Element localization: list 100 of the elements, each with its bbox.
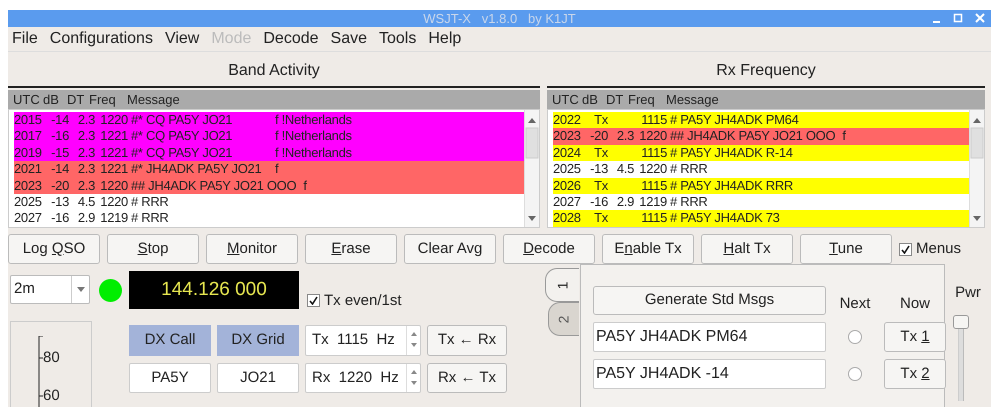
message-row[interactable]: 2023 -20 2.3 1220 ## JH4ADK PA5Y JO21 OOO f bbox=[553, 128, 969, 145]
action-button[interactable]: Clear Avg bbox=[404, 234, 496, 264]
band-dropdown[interactable]: 2m bbox=[10, 275, 90, 304]
scale-label: 60 bbox=[43, 388, 60, 404]
table-cell-text: Tx bbox=[593, 178, 608, 194]
message-row[interactable]: 2024 Tx 1115 # PA5Y JH4ADK R-14 bbox=[553, 144, 969, 162]
table-cell-text: 2.3 bbox=[76, 112, 95, 128]
table-cell-text: # RRR bbox=[130, 194, 170, 210]
table-cell-text: # RRR bbox=[669, 194, 709, 210]
radio-button[interactable] bbox=[848, 330, 862, 344]
menu-item[interactable]: Configurations bbox=[46, 29, 161, 49]
table-cell-text: 1220 bbox=[99, 112, 128, 128]
table-cell-text: 2025 bbox=[14, 194, 43, 210]
column-heading: Freq bbox=[89, 90, 117, 109]
table-cell-text: 2028 bbox=[553, 210, 582, 227]
table-cell-text: -14 bbox=[50, 161, 69, 178]
table-cell-text: # PA5Y JH4ADK RRR bbox=[669, 178, 794, 194]
message-field[interactable]: PA5Y JH4ADK PM64 bbox=[593, 322, 826, 352]
spin-box[interactable]: Tx 1115 Hz bbox=[305, 325, 421, 356]
table-cell-text: -16 bbox=[589, 194, 608, 210]
table-cell-text: 1219 bbox=[99, 210, 128, 227]
message-row[interactable]: 2026 Tx 1115 # PA5Y JH4ADK RRR bbox=[553, 178, 969, 194]
table-cell-text: # PA5Y JH4ADK 73 bbox=[669, 210, 781, 227]
action-button[interactable]: Stop bbox=[107, 234, 199, 264]
table-cell-text: Tx bbox=[593, 210, 608, 227]
tab[interactable]: 2 bbox=[548, 302, 579, 336]
swap-button[interactable]: Tx ← Rx bbox=[427, 325, 507, 356]
menu-item[interactable]: Tools bbox=[375, 29, 424, 49]
column-heading: Message bbox=[127, 90, 181, 109]
table-cell-text: 1115 bbox=[640, 178, 667, 194]
menu-item[interactable]: Save bbox=[326, 29, 375, 49]
close-icon[interactable] bbox=[975, 12, 985, 24]
spin-box[interactable]: Rx 1220 Hz bbox=[305, 363, 421, 393]
menu-item[interactable]: Decode bbox=[259, 29, 327, 49]
message-row[interactable]: 2028 Tx 1115 # PA5Y JH4ADK 73 bbox=[553, 210, 969, 227]
table-cell-text: 1115 bbox=[640, 144, 667, 162]
slider-thumb[interactable] bbox=[953, 314, 969, 328]
table-cell-text: -16 bbox=[50, 128, 69, 145]
message-row[interactable]: 2022 Tx 1115 # PA5Y JH4ADK PM64 bbox=[553, 112, 969, 128]
message-row[interactable]: 2023 -20 2.3 1220 ## JH4ADK PA5Y JO21 OOO f bbox=[14, 178, 524, 194]
message-row[interactable]: 2019 -15 2.3 1221 #* CQ PA5Y JO21 f !Netherlands bbox=[14, 144, 524, 162]
action-button[interactable]: Halt Tx bbox=[701, 234, 793, 264]
table-cell-text: #* CQ PA5Y JO21 bbox=[130, 128, 234, 145]
table-cell-text: 2022 bbox=[553, 112, 582, 128]
tab[interactable]: 1 bbox=[545, 268, 579, 302]
menu-item[interactable]: Help bbox=[424, 29, 470, 49]
table-cell-text: 2023 bbox=[14, 178, 43, 194]
table-cell-text: 2.3 bbox=[76, 144, 95, 162]
column-heading: Freq bbox=[628, 90, 656, 109]
table-cell-text: 1221 bbox=[99, 144, 128, 162]
action-button[interactable]: Log QSO bbox=[8, 234, 100, 264]
table-cell-text: -13 bbox=[50, 194, 69, 210]
menu-item[interactable]: View bbox=[160, 29, 208, 49]
table-cell-text: 1220 bbox=[99, 194, 128, 210]
table-cell-text: 1115 bbox=[640, 112, 667, 128]
message-row[interactable]: 2017 -16 2.3 1221 #* CQ PA5Y JO21 f !Netherlands bbox=[14, 128, 524, 145]
table-cell-text: f !Netherlands bbox=[274, 144, 352, 162]
table-cell-text: # RRR bbox=[130, 210, 170, 227]
column-heading: UTC bbox=[13, 90, 41, 108]
table-cell-text: 1221 bbox=[99, 128, 128, 145]
column-heading: dB bbox=[43, 90, 60, 108]
message-row[interactable]: 2015 -14 2.3 1220 #* CQ PA5Y JO21 f !Netherlands bbox=[14, 112, 524, 128]
tx-button[interactable]: Tx 1 bbox=[884, 322, 946, 352]
action-button[interactable]: Decode bbox=[503, 234, 595, 264]
table-cell-text: 2.3 bbox=[76, 128, 95, 145]
action-button[interactable]: Monitor bbox=[206, 234, 298, 264]
tx-button[interactable]: Tx 2 bbox=[884, 359, 946, 389]
message-field[interactable]: PA5Y JH4ADK -14 bbox=[593, 359, 826, 389]
column-heading: UTC bbox=[552, 90, 580, 108]
table-cell-text: 1220 bbox=[638, 161, 667, 178]
table-cell-text: -16 bbox=[50, 210, 69, 227]
meter-scale-icon bbox=[38, 336, 44, 407]
table-cell-text: # PA5Y JH4ADK R-14 bbox=[669, 144, 794, 162]
table-cell-text: -14 bbox=[50, 112, 69, 128]
table-cell-text: #* CQ PA5Y JO21 bbox=[130, 112, 234, 128]
table-cell-text: 2025 bbox=[553, 161, 582, 178]
generate-button[interactable]: Generate Std Msgs bbox=[593, 286, 826, 315]
checkbox[interactable] bbox=[307, 294, 320, 308]
action-button[interactable]: Tune bbox=[800, 234, 892, 264]
pane-title: Rx Frequency bbox=[716, 61, 816, 81]
checkbox[interactable] bbox=[899, 242, 912, 256]
table-cell-text: -20 bbox=[589, 128, 608, 145]
maximize-icon[interactable] bbox=[953, 12, 963, 24]
table-cell-text: 4.5 bbox=[616, 161, 634, 178]
table-cell-text: -15 bbox=[50, 144, 69, 162]
field-label: DX Call bbox=[129, 325, 211, 356]
action-button[interactable]: Erase bbox=[305, 234, 397, 264]
table-cell-text: #* CQ PA5Y JO21 bbox=[130, 144, 234, 162]
table-cell-text: Tx bbox=[593, 144, 608, 162]
table-cell-text: f bbox=[841, 128, 846, 145]
table-cell-text: 2.9 bbox=[616, 194, 634, 210]
grid-field[interactable]: JO21 bbox=[217, 363, 299, 393]
action-button[interactable]: Enable Tx bbox=[602, 234, 694, 264]
message-row[interactable]: 2027 -16 2.9 1219 # RRR bbox=[553, 194, 969, 210]
radio-button[interactable] bbox=[848, 367, 862, 381]
table-cell-text: 2026 bbox=[553, 178, 582, 194]
call-field[interactable]: PA5Y bbox=[129, 363, 211, 393]
menu-item[interactable]: File bbox=[8, 29, 46, 49]
message-row[interactable]: 2021 -14 2.3 1221 #* JH4ADK PA5Y JO21 f bbox=[14, 161, 524, 178]
swap-button[interactable]: Rx ← Tx bbox=[427, 363, 507, 393]
